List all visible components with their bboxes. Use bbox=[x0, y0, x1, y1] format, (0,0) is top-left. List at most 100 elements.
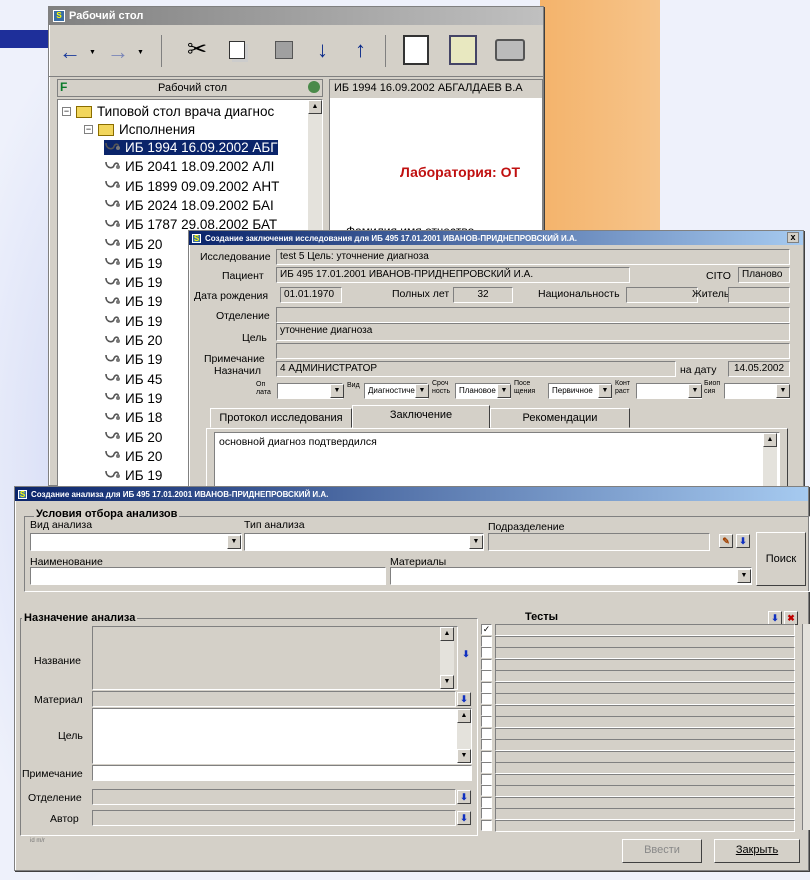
test-checkbox[interactable] bbox=[481, 739, 492, 750]
test-field[interactable] bbox=[495, 750, 795, 763]
kind-select[interactable] bbox=[30, 533, 242, 551]
test-checkbox[interactable] bbox=[481, 647, 492, 658]
print-icon[interactable] bbox=[495, 39, 525, 61]
test-checkbox[interactable] bbox=[481, 716, 492, 727]
test-field[interactable] bbox=[495, 681, 795, 694]
division-down-icon[interactable]: ⬇ bbox=[736, 534, 750, 548]
division-field[interactable] bbox=[488, 533, 710, 551]
test-field[interactable] bbox=[495, 739, 795, 751]
assign-name-down-icon[interactable]: ⬇ bbox=[459, 648, 473, 662]
assign-goal-field[interactable] bbox=[92, 708, 472, 764]
back-arrow-icon[interactable]: ← bbox=[59, 39, 81, 65]
tree-folder[interactable]: − Исполнения bbox=[84, 122, 195, 137]
biop-dropdown-icon[interactable]: ▼ bbox=[776, 384, 790, 398]
tab-protocol[interactable]: Протокол исследования bbox=[210, 408, 352, 428]
scroll-up-icon[interactable]: ▲ bbox=[440, 627, 454, 641]
test-checkbox[interactable] bbox=[481, 773, 492, 785]
tree-item[interactable]: ИБ 18 bbox=[104, 410, 162, 425]
kont-dropdown-icon[interactable]: ▼ bbox=[688, 384, 702, 398]
note-field[interactable] bbox=[276, 343, 790, 359]
tree-item[interactable]: ИБ 19 bbox=[104, 468, 162, 483]
tree-item[interactable]: ИБ 45 bbox=[104, 372, 162, 387]
test-checkbox[interactable] bbox=[481, 785, 492, 796]
tree-item[interactable]: ИБ 20 bbox=[104, 333, 162, 348]
pose-dropdown-icon[interactable]: ▼ bbox=[598, 384, 612, 398]
tree-item[interactable]: ИБ 19 bbox=[104, 294, 162, 309]
analysis-titlebar[interactable]: S Создание анализа для ИБ 495 17.01.2001… bbox=[15, 487, 808, 501]
copy-icon[interactable] bbox=[229, 41, 245, 59]
cito-field[interactable]: Планово bbox=[738, 267, 790, 283]
conclusion-titlebar[interactable]: S Создание заключения исследования для И… bbox=[189, 231, 803, 245]
dropdown-arrow-icon[interactable]: ▼ bbox=[137, 49, 144, 56]
test-field[interactable] bbox=[495, 727, 795, 740]
assign-author-field[interactable] bbox=[92, 810, 456, 826]
date-field[interactable]: 14.05.2002 bbox=[728, 361, 790, 377]
test-field[interactable] bbox=[495, 635, 795, 648]
test-checkbox[interactable] bbox=[481, 693, 492, 704]
tree-item[interactable]: ИБ 20 bbox=[104, 430, 162, 445]
assign-name-scrollbar[interactable]: ▲ ▼ bbox=[440, 627, 454, 689]
test-checkbox[interactable] bbox=[481, 750, 492, 762]
test-field[interactable] bbox=[495, 808, 795, 820]
age-field[interactable]: 32 bbox=[453, 287, 513, 303]
assign-name-field[interactable] bbox=[92, 626, 458, 690]
assign-goal-scrollbar[interactable]: ▲ ▼ bbox=[457, 709, 471, 763]
kind-dropdown-icon[interactable]: ▼ bbox=[227, 535, 241, 549]
move-up-icon[interactable]: ↑ bbox=[355, 37, 366, 63]
vid-dropdown-icon[interactable]: ▼ bbox=[415, 384, 429, 398]
assign-note-field[interactable] bbox=[92, 765, 472, 781]
test-row[interactable] bbox=[481, 819, 801, 833]
scroll-down-icon[interactable]: ▼ bbox=[440, 675, 454, 689]
close-button[interactable]: Закрыть bbox=[714, 839, 800, 863]
tests-delete-icon[interactable]: ✖ bbox=[784, 611, 798, 625]
scroll-up-icon[interactable]: ▲ bbox=[763, 433, 777, 447]
assign-material-field[interactable] bbox=[92, 691, 456, 707]
close-icon[interactable]: x bbox=[787, 232, 799, 243]
test-checkbox[interactable]: ✓ bbox=[481, 624, 492, 635]
expand-icon[interactable]: − bbox=[62, 107, 71, 116]
test-field[interactable] bbox=[495, 773, 795, 786]
research-field[interactable]: test 5 Цель: уточнение диагноза bbox=[276, 249, 790, 265]
edit-pencil-icon[interactable]: ✎ bbox=[719, 534, 733, 548]
type-dropdown-icon[interactable]: ▼ bbox=[469, 535, 483, 549]
globe-icon[interactable] bbox=[308, 81, 320, 93]
tree-item[interactable]: ИБ 1994 16.09.2002 АБГ bbox=[104, 140, 278, 155]
tree-item[interactable]: ИБ 20 bbox=[104, 449, 162, 464]
birth-field[interactable]: 01.01.1970 bbox=[280, 287, 342, 303]
test-field[interactable] bbox=[495, 658, 795, 671]
test-field[interactable] bbox=[495, 819, 795, 832]
tab-recommendations[interactable]: Рекомендации bbox=[490, 408, 630, 428]
test-checkbox[interactable] bbox=[481, 635, 492, 647]
test-checkbox[interactable] bbox=[481, 819, 492, 831]
assign-material-down-icon[interactable]: ⬇ bbox=[457, 692, 471, 706]
assign-author-down-icon[interactable]: ⬇ bbox=[457, 811, 471, 825]
assign-department-down-icon[interactable]: ⬇ bbox=[457, 790, 471, 804]
scroll-up-icon[interactable]: ▲ bbox=[308, 100, 322, 114]
test-field[interactable] bbox=[495, 785, 795, 797]
test-field[interactable] bbox=[495, 624, 795, 636]
test-checkbox[interactable] bbox=[481, 704, 492, 716]
test-field[interactable] bbox=[495, 693, 795, 705]
search-button[interactable]: Поиск bbox=[756, 532, 806, 586]
edit-document-icon[interactable] bbox=[449, 35, 477, 65]
test-checkbox[interactable] bbox=[481, 658, 492, 670]
tests-down-icon[interactable]: ⬇ bbox=[768, 611, 782, 625]
test-field[interactable] bbox=[495, 762, 795, 774]
test-field[interactable] bbox=[495, 647, 795, 659]
expand-icon[interactable]: − bbox=[84, 125, 93, 134]
test-checkbox[interactable] bbox=[481, 808, 492, 819]
srok-dropdown-icon[interactable]: ▼ bbox=[497, 384, 511, 398]
paste-icon[interactable] bbox=[275, 41, 293, 59]
tree-item[interactable]: ИБ 20 bbox=[104, 237, 162, 252]
dropdown-arrow-icon[interactable]: ▼ bbox=[89, 49, 96, 56]
type-select[interactable] bbox=[244, 533, 484, 551]
tree-root[interactable]: − Типовой стол врача диагнос bbox=[62, 104, 274, 119]
name-input[interactable] bbox=[30, 567, 386, 585]
tree-item[interactable]: ИБ 19 bbox=[104, 256, 162, 271]
tree-item[interactable]: ИБ 2041 18.09.2002 АЛІ bbox=[104, 159, 274, 174]
tree-item[interactable]: ИБ 1899 09.09.2002 АНТ bbox=[104, 179, 279, 194]
tab-conclusion[interactable]: Заключение bbox=[352, 405, 490, 429]
test-checkbox[interactable] bbox=[481, 681, 492, 693]
conclusion-textarea[interactable]: основной диагноз подтвердился ▲ bbox=[214, 432, 780, 490]
patient-field[interactable]: ИБ 495 17.01.2001 ИВАНОВ-ПРИДНЕПРОВСКИЙ … bbox=[276, 267, 630, 283]
